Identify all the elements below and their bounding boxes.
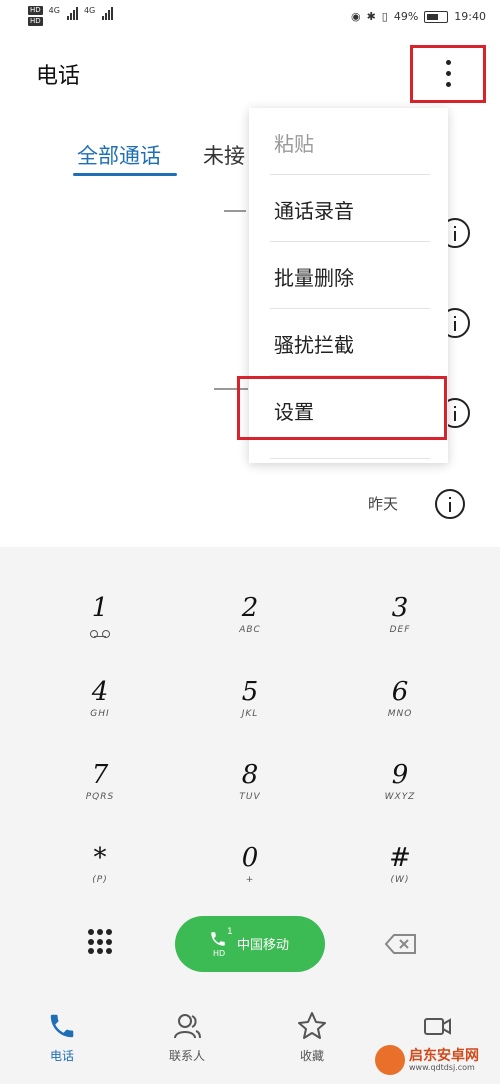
key-digit: 0 bbox=[241, 843, 259, 873]
hd-badge: HD bbox=[28, 6, 43, 15]
key-0[interactable]: 0 + bbox=[190, 843, 310, 913]
voicemail-icon bbox=[90, 630, 110, 638]
key-letters: JKL bbox=[241, 709, 259, 719]
hd-call-label: HD bbox=[213, 949, 226, 958]
hd-badge: HD bbox=[28, 17, 43, 26]
menu-item-label: 粘贴 bbox=[274, 132, 314, 156]
signal-group: HD HD 4G 4G bbox=[28, 6, 114, 26]
network-type: 4G bbox=[83, 6, 96, 15]
key-2[interactable]: 2 ABC bbox=[190, 593, 310, 663]
call-button[interactable]: 1 HD 中国移动 bbox=[175, 916, 325, 972]
dialpad-toggle-icon[interactable] bbox=[88, 929, 112, 955]
status-bar: HD HD 4G 4G ◉ ✱ ▯ 49% 19:40 bbox=[0, 0, 500, 36]
clock: 19:40 bbox=[454, 10, 486, 23]
nav-label: 联系人 bbox=[168, 1049, 205, 1063]
key-9[interactable]: 9 WXYZ bbox=[340, 760, 460, 830]
menu-item-call-recording[interactable]: 通话录音 bbox=[249, 175, 448, 242]
bluetooth-icon: ✱ bbox=[366, 10, 376, 23]
vibrate-icon: ▯ bbox=[381, 10, 388, 23]
menu-item-harassment-block[interactable]: 骚扰拦截 bbox=[249, 309, 448, 376]
backspace-icon[interactable] bbox=[385, 934, 417, 954]
nav-item-video[interactable] bbox=[397, 1011, 477, 1047]
watermark-text: 启东安卓网 www.qdtdsj.com bbox=[409, 1049, 479, 1072]
nav-item-phone[interactable]: 电话 bbox=[22, 1011, 102, 1064]
info-icon[interactable] bbox=[435, 489, 465, 519]
nav-item-contacts[interactable]: 联系人 bbox=[147, 1011, 227, 1064]
key-star[interactable]: * (P) bbox=[40, 843, 160, 913]
key-letters: GHI bbox=[90, 709, 110, 719]
key-letters: MNO bbox=[387, 709, 413, 719]
menu-item-label: 批量删除 bbox=[274, 266, 354, 290]
key-8[interactable]: 8 TUV bbox=[190, 760, 310, 830]
call-entry-dash bbox=[224, 210, 246, 212]
nav-item-favorites[interactable]: 收藏 bbox=[272, 1011, 352, 1064]
page-title: 电话 bbox=[36, 64, 81, 89]
key-letters: (P) bbox=[92, 875, 108, 885]
eye-icon: ◉ bbox=[350, 10, 361, 23]
key-digit: * bbox=[93, 843, 107, 873]
video-call-icon bbox=[424, 1018, 451, 1035]
menu-item-batch-delete[interactable]: 批量删除 bbox=[249, 242, 448, 309]
key-digit: 2 bbox=[241, 593, 259, 623]
signal-icon bbox=[102, 6, 114, 20]
key-letters: (W) bbox=[390, 875, 410, 885]
nav-label: 电话 bbox=[49, 1049, 74, 1063]
network-type: 4G bbox=[48, 6, 60, 15]
key-3[interactable]: 3 DEF bbox=[340, 593, 460, 663]
key-letters: ABC bbox=[239, 625, 261, 635]
key-1[interactable]: 1 bbox=[40, 593, 160, 663]
menu-divider bbox=[270, 458, 430, 459]
key-5[interactable]: 5 JKL bbox=[190, 677, 310, 747]
watermark-name: 启东安卓网 bbox=[409, 1047, 479, 1064]
call-date: 昨天 bbox=[368, 495, 399, 513]
nav-label: 收藏 bbox=[299, 1049, 324, 1063]
key-digit: 9 bbox=[391, 760, 409, 790]
watermark: 启东安卓网 www.qdtdsj.com bbox=[375, 1045, 479, 1075]
tab-indicator bbox=[73, 173, 177, 176]
key-digit: 7 bbox=[91, 760, 109, 790]
key-6[interactable]: 6 MNO bbox=[340, 677, 460, 747]
key-7[interactable]: 7 PQRS bbox=[40, 760, 160, 830]
contacts-icon bbox=[174, 1014, 201, 1039]
phone-icon bbox=[50, 1014, 74, 1038]
hd-badges: HD HD bbox=[28, 6, 43, 26]
menu-item-paste[interactable]: 粘贴 bbox=[249, 108, 448, 175]
tab-missed-calls[interactable]: 未接 bbox=[203, 140, 245, 170]
key-digit: # bbox=[389, 843, 411, 873]
key-letters: + bbox=[245, 875, 255, 885]
menu-item-label: 通话录音 bbox=[274, 199, 354, 223]
watermark-logo-icon bbox=[375, 1045, 405, 1075]
watermark-url: www.qdtdsj.com bbox=[409, 1062, 475, 1072]
key-letters: WXYZ bbox=[384, 792, 416, 802]
key-digit: 4 bbox=[91, 677, 109, 707]
key-digit: 6 bbox=[391, 677, 409, 707]
key-4[interactable]: 4 GHI bbox=[40, 677, 160, 747]
menu-item-label: 骚扰拦截 bbox=[274, 333, 354, 357]
key-digit: 8 bbox=[241, 760, 259, 790]
battery-percent: 49% bbox=[393, 10, 419, 23]
key-letters: TUV bbox=[239, 792, 261, 802]
key-letters: PQRS bbox=[85, 792, 115, 802]
key-digit: 3 bbox=[391, 593, 409, 623]
battery-icon bbox=[424, 10, 449, 23]
phone-icon bbox=[211, 932, 225, 946]
more-vertical-icon bbox=[446, 60, 451, 93]
signal-icon bbox=[66, 6, 78, 20]
tab-all-calls[interactable]: 全部通话 bbox=[77, 140, 161, 170]
carrier-label: 中国移动 bbox=[237, 938, 290, 953]
key-digit: 5 bbox=[241, 677, 259, 707]
key-digit: 1 bbox=[91, 593, 109, 623]
star-icon bbox=[298, 1012, 326, 1039]
more-options-button[interactable] bbox=[410, 45, 486, 103]
key-letters: DEF bbox=[389, 625, 411, 635]
status-right: ◉ ✱ ▯ 49% 19:40 bbox=[351, 10, 486, 23]
sim-slot-label: 1 bbox=[227, 927, 233, 937]
settings-highlight bbox=[237, 376, 447, 440]
key-hash[interactable]: # (W) bbox=[340, 843, 460, 913]
